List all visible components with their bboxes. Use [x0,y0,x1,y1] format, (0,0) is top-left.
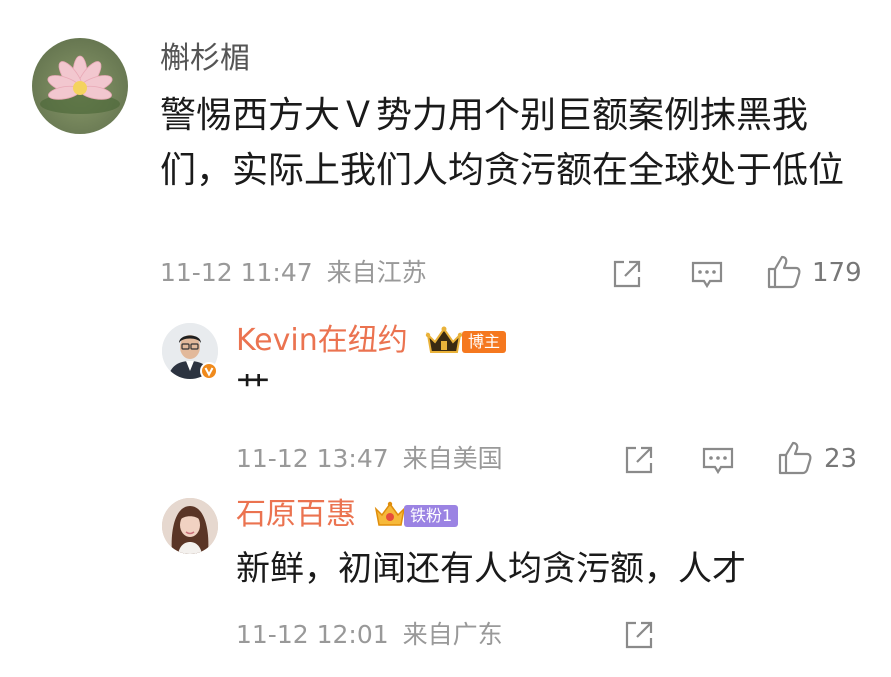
comment-icon [691,261,723,289]
reply2-meta: 11-12 12:01 来自广东 [236,620,503,650]
main-comment-meta: 11-12 11:47 来自江苏 [160,258,427,288]
main-comment-text: 警惕西方大Ｖ势力用个别巨额案例抹黑我们，实际上我们人均贪污额在全球处于低位 [160,95,845,191]
reply2-share-button[interactable] [622,618,656,652]
person-avatar-image [162,498,218,554]
reply1-text: 艹 [236,370,270,410]
reply1-like-button[interactable] [776,439,814,477]
crown-icon [374,501,406,526]
reply1-crown-icon-wrap [425,325,463,357]
verified-v-icon [200,362,218,380]
reply1-share-button[interactable] [622,443,656,477]
reply1-meta: 11-12 13:47 来自美国 [236,444,503,474]
reply1-username[interactable]: Kevin在纽约 [236,322,408,360]
reply1-location: 来自美国 [402,444,503,473]
reply2-username[interactable]: 石原百惠 [236,496,356,534]
reply1-comment-button[interactable] [700,443,736,477]
blogger-badge: 博主 [462,331,507,353]
share-icon [613,260,641,288]
main-avatar[interactable] [32,38,128,134]
main-comment-button[interactable] [689,257,725,291]
main-share-button[interactable] [610,257,644,291]
main-username[interactable]: 槲杉楣 [160,40,250,78]
reply2-crown-icon-wrap [373,500,407,530]
reply1-time: 11-12 13:47 [236,444,389,473]
comment-icon [702,447,734,475]
reply2-time: 11-12 12:01 [236,620,389,649]
main-like-button[interactable] [765,253,803,291]
main-comment-location: 来自江苏 [326,258,427,287]
main-like-count: 179 [812,258,862,288]
share-icon [625,446,653,474]
crown-icon [425,326,463,353]
reply2-avatar[interactable] [162,498,218,554]
lotus-avatar-image [40,55,120,114]
main-comment-time: 11-12 11:47 [160,258,313,287]
share-icon [625,621,653,649]
like-icon [778,441,812,475]
reply2-text: 新鲜，初闻还有人均贪污额，人才 [236,549,746,589]
like-icon [767,255,801,289]
reply2-location: 来自广东 [402,620,503,649]
reply1-like-count: 23 [824,444,858,474]
fan-badge: 铁粉1 [404,505,459,527]
